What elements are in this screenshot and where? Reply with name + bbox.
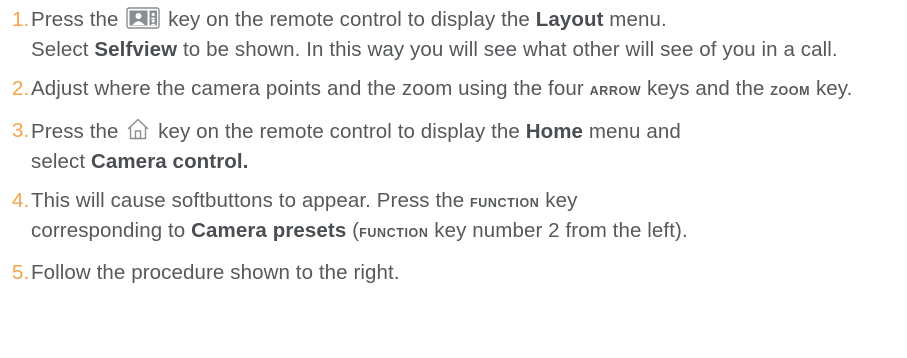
step-text: Follow the procedure shown to the right.: [31, 261, 400, 284]
step-text: This will cause softbuttons to appear. P…: [31, 189, 465, 212]
step-text: key.: [815, 77, 853, 100]
step-text: Select: [31, 38, 89, 61]
step-text: menu and: [588, 120, 681, 143]
step-text: corresponding to: [31, 219, 186, 242]
step-text: key on the remote control to display the: [168, 8, 530, 31]
key-name-function: function: [359, 226, 429, 240]
step-3: 3. Press the key on the remote control t…: [12, 117, 907, 175]
step-text: menu.: [609, 8, 667, 31]
key-name-function: function: [470, 196, 540, 210]
step-4: 4. This will cause softbuttons to appear…: [12, 187, 907, 247]
step-text: select: [31, 150, 86, 173]
step-number: 2.: [12, 77, 30, 100]
step-number: 1.: [12, 8, 30, 31]
step-2: 2. Adjust where the camera points and th…: [12, 75, 907, 105]
step-text: key on the remote control to display the: [158, 120, 520, 143]
step-text: key: [545, 189, 578, 212]
menu-name-home: Home: [525, 120, 584, 143]
step-text: Press the: [31, 120, 119, 143]
step-number: 3.: [12, 119, 30, 142]
option-name-camera-control: Camera control.: [90, 150, 249, 173]
step-number: 4.: [12, 189, 30, 212]
step-1: 1. Press the key on the remote control t…: [12, 6, 907, 63]
step-text: Adjust where the camera points and the z…: [31, 77, 584, 100]
step-text: keys and the: [647, 77, 765, 100]
key-name-zoom: zoom: [770, 84, 811, 98]
step-text: key number 2 from the left).: [434, 219, 688, 242]
option-name-camera-presets: Camera presets: [191, 219, 347, 242]
instruction-list: 1. Press the key on the remote control t…: [0, 0, 907, 286]
home-key-icon: [126, 117, 150, 148]
step-number: 5.: [12, 261, 30, 284]
step-text: Press the: [31, 8, 119, 31]
option-name-selfview: Selfview: [94, 38, 178, 61]
menu-name-layout: Layout: [535, 8, 604, 31]
step-text: to be shown. In this way you will see wh…: [183, 38, 838, 61]
key-name-arrow: arrow: [589, 84, 642, 98]
layout-key-icon: [126, 7, 160, 36]
step-5: 5. Follow the procedure shown to the rig…: [12, 259, 907, 286]
